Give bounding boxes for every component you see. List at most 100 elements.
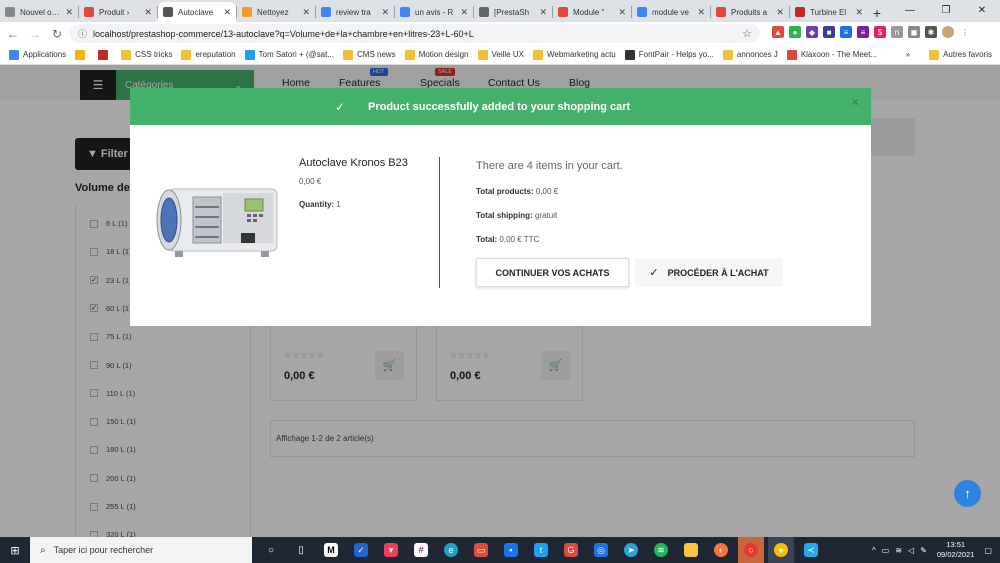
browser-tab[interactable]: Autoclave ✕ xyxy=(158,2,236,22)
bookmark-item[interactable]: Motion design xyxy=(404,49,469,60)
extension-icon[interactable]: $ xyxy=(874,26,886,38)
slack-icon[interactable]: # xyxy=(408,537,434,563)
bookmark-item[interactable] xyxy=(98,49,112,60)
bookmark-item[interactable]: Webmarketing actu xyxy=(532,49,616,60)
browser-tab[interactable]: module ve ✕ xyxy=(632,2,710,22)
back-icon[interactable]: ← xyxy=(4,27,22,41)
app-icon[interactable]: ▭ xyxy=(468,537,494,563)
bookmark-item[interactable]: FontPair - Helps yo... xyxy=(624,49,714,60)
taskbar-clock[interactable]: 13:51 09/02/2021 xyxy=(937,540,975,560)
browser-tab[interactable]: Produit › ✕ xyxy=(79,2,157,22)
bookmark-item[interactable]: Tom Satori + (@sat... xyxy=(244,49,334,60)
tab-close-icon[interactable]: ✕ xyxy=(223,7,231,18)
extension-icon[interactable]: ▲ xyxy=(772,26,784,38)
task-view-icon[interactable]: ▯ xyxy=(288,537,314,563)
extension-icon[interactable]: ◼ xyxy=(908,26,920,38)
pocket-icon[interactable]: ▾ xyxy=(378,537,404,563)
browser-tab[interactable]: Turbine El ✕ xyxy=(790,2,868,22)
extension-icon[interactable]: ≡ xyxy=(840,26,852,38)
product-name: Autoclave Kronos B23 xyxy=(299,157,408,169)
wifi-icon[interactable]: ≋ xyxy=(895,546,902,555)
tray-chevron-icon[interactable]: ^ xyxy=(872,546,876,555)
tab-close-icon[interactable]: ✕ xyxy=(539,7,547,18)
instagram-icon[interactable]: ◎ xyxy=(588,537,614,563)
bookmark-item[interactable]: annonces J xyxy=(722,49,778,60)
divider xyxy=(439,157,440,288)
continue-shopping-button[interactable]: CONTINUER VOS ACHATS xyxy=(476,258,629,287)
tab-close-icon[interactable]: ✕ xyxy=(460,7,468,18)
browser-tab[interactable]: Nettoyez ✕ xyxy=(237,2,315,22)
other-favorites[interactable]: Autres favoris xyxy=(929,49,992,60)
todo-icon[interactable]: ✓ xyxy=(348,537,374,563)
bookmark-item[interactable]: CSS tricks xyxy=(121,49,172,60)
tab-close-icon[interactable]: ✕ xyxy=(618,7,626,18)
new-tab-button[interactable]: + xyxy=(868,4,886,22)
tray-icon[interactable]: ▭ xyxy=(882,546,890,555)
checkout-button[interactable]: ✓ PROCÉDER À L'ACHAT xyxy=(635,258,783,287)
app-icon[interactable]: ○ xyxy=(738,537,764,563)
bookmark-label: Veille UX xyxy=(491,50,524,59)
tab-close-icon[interactable]: ✕ xyxy=(144,7,152,18)
bookmark-star-icon[interactable]: ☆ xyxy=(742,27,752,40)
tab-close-icon[interactable]: ✕ xyxy=(776,7,784,18)
scroll-to-top-button[interactable]: ↑ xyxy=(954,480,981,507)
spotify-icon[interactable]: ≋ xyxy=(648,537,674,563)
bookmarks-more-button[interactable]: » xyxy=(906,50,910,59)
browser-tab[interactable]: Nouvel onglet✕ xyxy=(0,2,78,22)
browser-tab[interactable]: un avis - R ✕ xyxy=(395,2,473,22)
close-icon[interactable]: ✕ xyxy=(851,96,860,109)
reload-icon[interactable]: ↻ xyxy=(48,27,66,41)
pen-icon[interactable]: ✎ xyxy=(920,546,927,555)
browser-tab[interactable]: Produits a ✕ xyxy=(711,2,789,22)
bookmark-item[interactable]: Klaxoon - The Meet... xyxy=(786,49,877,60)
file-explorer-icon[interactable] xyxy=(678,537,704,563)
tab-close-icon[interactable]: ✕ xyxy=(697,7,705,18)
site-info-icon[interactable]: ⓘ xyxy=(78,27,87,40)
bookmark-item[interactable]: Veille UX xyxy=(477,49,524,60)
bookmark-icon xyxy=(181,49,192,60)
close-window-button[interactable]: ✕ xyxy=(964,0,1000,20)
bookmark-item[interactable]: ereputation xyxy=(181,49,236,60)
minimize-button[interactable]: — xyxy=(892,0,928,20)
vscode-icon[interactable]: ≺ xyxy=(798,537,824,563)
extension-icon[interactable]: ≡ xyxy=(857,26,869,38)
extension-icon[interactable]: ■ xyxy=(823,26,835,38)
taskbar-search-input[interactable]: ⌕ Taper ici pour rechercher xyxy=(30,537,252,563)
menu-kebab-icon[interactable]: ⋮ xyxy=(959,26,971,38)
forward-icon[interactable]: → xyxy=(26,27,44,41)
tab-close-icon[interactable]: ✕ xyxy=(855,7,863,18)
favicon-icon xyxy=(84,7,94,17)
browser-tab[interactable]: Module " ✕ xyxy=(553,2,631,22)
medium-icon[interactable]: M xyxy=(318,537,344,563)
browser-tab[interactable]: [PrestaSh ✕ xyxy=(474,2,552,22)
evernote-icon[interactable]: ● xyxy=(789,26,801,38)
app-icon[interactable]: G xyxy=(558,537,584,563)
browser-tab[interactable]: review tra ✕ xyxy=(316,2,394,22)
notifications-icon[interactable]: ▢ xyxy=(984,546,992,555)
url-input[interactable]: ⓘ localhost/prestashop-commerce/13-autoc… xyxy=(70,24,760,43)
twitter-icon[interactable]: t xyxy=(528,537,554,563)
bookmark-item[interactable]: Applications xyxy=(9,49,66,60)
tab-close-icon[interactable]: ✕ xyxy=(302,7,310,18)
cortana-icon[interactable]: ○ xyxy=(258,537,284,563)
tab-label: [PrestaSh xyxy=(494,7,530,17)
bookmark-item[interactable]: CMS news xyxy=(343,49,396,60)
tab-label: Nettoyez xyxy=(257,7,289,17)
tab-close-icon[interactable]: ✕ xyxy=(65,7,73,18)
telegram-icon[interactable]: ➤ xyxy=(618,537,644,563)
volume-icon[interactable]: ◁ xyxy=(908,546,914,555)
windows-start-icon[interactable]: ⊞ xyxy=(0,537,30,563)
favicon-icon xyxy=(558,7,568,17)
bookmark-item[interactable] xyxy=(75,49,89,60)
bookmarks-bar: Applications CSS tricks ereputation Tom Sat… xyxy=(0,45,1000,65)
puzzle-icon[interactable]: ✱ xyxy=(925,26,937,38)
firefox-icon[interactable]: ◐ xyxy=(708,537,734,563)
maximize-button[interactable]: ❐ xyxy=(928,0,964,20)
tab-close-icon[interactable]: ✕ xyxy=(381,7,389,18)
extension-icon[interactable]: n xyxy=(891,26,903,38)
app-icon[interactable]: ▪ xyxy=(498,537,524,563)
extension-icon[interactable]: ◆ xyxy=(806,26,818,38)
chrome-icon[interactable]: ● xyxy=(768,537,794,563)
edge-icon[interactable]: e xyxy=(438,537,464,563)
avatar[interactable] xyxy=(942,26,954,38)
